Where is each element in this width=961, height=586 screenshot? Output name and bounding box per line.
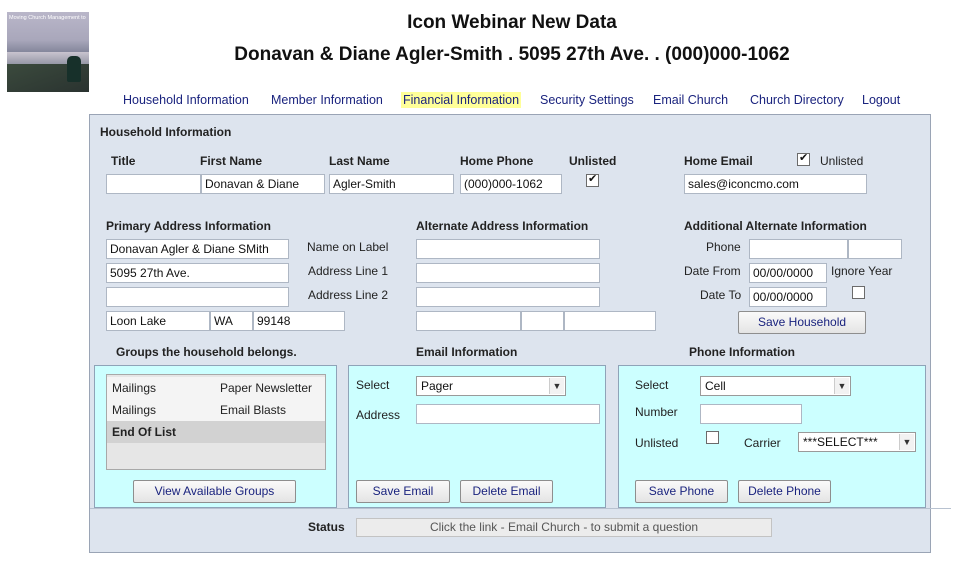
status-divider	[90, 508, 951, 509]
first-name-label: First Name	[200, 154, 263, 168]
email-type-select[interactable]: Pager ▼	[416, 376, 566, 396]
save-email-button[interactable]: Save Email	[356, 480, 450, 503]
page-title: Icon Webinar New Data	[407, 12, 617, 33]
date-from-input[interactable]	[749, 263, 827, 283]
phone-unlisted-label-2: Unlisted	[635, 436, 679, 450]
home-email-label: Home Email	[684, 154, 753, 168]
nav-logout[interactable]: Logout	[860, 92, 902, 108]
primary-city-input[interactable]	[106, 311, 210, 331]
home-phone-label: Home Phone	[460, 154, 534, 168]
email-type-value: Pager	[421, 379, 454, 393]
group-type: Mailings	[112, 403, 157, 417]
nav-church-directory[interactable]: Church Directory	[748, 92, 846, 108]
title-input[interactable]	[106, 174, 201, 194]
phone-select-label: Select	[635, 378, 669, 392]
alt-phone-label: Phone	[706, 240, 741, 254]
ignore-year-checkbox[interactable]	[852, 286, 865, 299]
chevron-down-icon: ▼	[834, 378, 849, 394]
phone-unlisted-checkbox-2[interactable]	[706, 431, 719, 444]
phone-type-value: Cell	[705, 379, 726, 393]
alternate-name-on-label-input[interactable]	[416, 239, 600, 259]
nav-member-information[interactable]: Member Information	[269, 92, 385, 108]
phone-type-select[interactable]: Cell ▼	[700, 376, 851, 396]
alt-phone-input[interactable]	[749, 239, 848, 259]
first-name-input[interactable]	[201, 174, 325, 194]
home-email-input[interactable]	[684, 174, 867, 194]
logo-person	[67, 56, 81, 82]
alternate-address-line1-input[interactable]	[416, 263, 600, 283]
email-address-input[interactable]	[416, 404, 600, 424]
household-summary-title: Donavan & Diane Agler-Smith . 5095 27th …	[234, 44, 790, 65]
address-line2-label: Address Line 2	[308, 288, 389, 302]
primary-zip-input[interactable]	[253, 311, 345, 331]
phone-unlisted-label: Unlisted	[569, 154, 617, 168]
email-select-label: Select	[356, 378, 390, 392]
ignore-year-label: Ignore Year	[831, 264, 893, 278]
group-type: Mailings	[112, 381, 157, 395]
chevron-down-icon: ▼	[899, 434, 914, 450]
primary-address-line2-input[interactable]	[106, 287, 289, 307]
view-available-groups-button[interactable]: View Available Groups	[133, 480, 296, 503]
nav-security-settings[interactable]: Security Settings	[538, 92, 636, 108]
email-unlisted-checkbox[interactable]	[797, 151, 810, 166]
last-name-label: Last Name	[329, 154, 390, 168]
phone-number-label: Number	[635, 405, 678, 419]
date-to-input[interactable]	[749, 287, 827, 307]
phone-section-title: Phone Information	[689, 345, 795, 359]
carrier-select[interactable]: ***SELECT*** ▼	[798, 432, 916, 452]
status-field: Click the link - Email Church - to submi…	[356, 518, 772, 537]
email-section-title: Email Information	[416, 345, 518, 359]
save-phone-button[interactable]: Save Phone	[635, 480, 728, 503]
alternate-zip-input[interactable]	[564, 311, 656, 331]
groups-section-title: Groups the household belongs.	[116, 345, 297, 359]
date-to-label: Date To	[700, 288, 742, 302]
group-name: Paper Newsletter	[220, 381, 313, 395]
chevron-down-icon: ▼	[549, 378, 564, 394]
nav-household-information[interactable]: Household Information	[121, 92, 251, 108]
carrier-value: ***SELECT***	[803, 435, 878, 449]
primary-state-input[interactable]	[210, 311, 253, 331]
household-section-title: Household Information	[100, 125, 232, 139]
alternate-address-title: Alternate Address Information	[416, 219, 589, 233]
status-label: Status	[308, 520, 345, 534]
email-address-label: Address	[356, 408, 401, 422]
alt-phone-ext-input[interactable]	[848, 239, 902, 259]
alternate-city-input[interactable]	[416, 311, 521, 331]
groups-list[interactable]: Mailings Paper Newsletter Mailings Email…	[106, 374, 326, 470]
title-label: Title	[111, 154, 136, 168]
nav-financial-information[interactable]: Financial Information	[401, 92, 522, 108]
group-type: End Of List	[112, 425, 176, 439]
alternate-state-input[interactable]	[521, 311, 564, 331]
additional-alternate-title: Additional Alternate Information	[684, 219, 867, 233]
name-on-label-label: Name on Label	[307, 240, 389, 254]
list-item[interactable]: Mailings Paper Newsletter	[107, 377, 325, 399]
phone-number-input[interactable]	[700, 404, 802, 424]
address-line1-label: Address Line 1	[308, 264, 389, 278]
alternate-address-line2-input[interactable]	[416, 287, 600, 307]
last-name-input[interactable]	[329, 174, 454, 194]
carrier-label: Carrier	[744, 436, 781, 450]
primary-address-line1-input[interactable]	[106, 263, 289, 283]
group-name: Email Blasts	[220, 403, 287, 417]
email-unlisted-label: Unlisted	[820, 154, 864, 168]
nav-email-church[interactable]: Email Church	[651, 92, 730, 108]
save-household-button[interactable]: Save Household	[738, 311, 866, 334]
phone-unlisted-checkbox[interactable]	[586, 172, 599, 187]
home-phone-input[interactable]	[460, 174, 562, 194]
primary-address-title: Primary Address Information	[106, 219, 271, 233]
delete-phone-button[interactable]: Delete Phone	[738, 480, 831, 503]
primary-name-on-label-input[interactable]	[106, 239, 289, 259]
church-logo: Moving Church Management to a Higher Pla…	[7, 12, 89, 92]
delete-email-button[interactable]: Delete Email	[460, 480, 553, 503]
list-item[interactable]: End Of List	[107, 421, 325, 443]
logo-caption: Moving Church Management to a Higher Pla…	[9, 15, 87, 21]
date-from-label: Date From	[684, 264, 741, 278]
list-item[interactable]: Mailings Email Blasts	[107, 399, 325, 421]
